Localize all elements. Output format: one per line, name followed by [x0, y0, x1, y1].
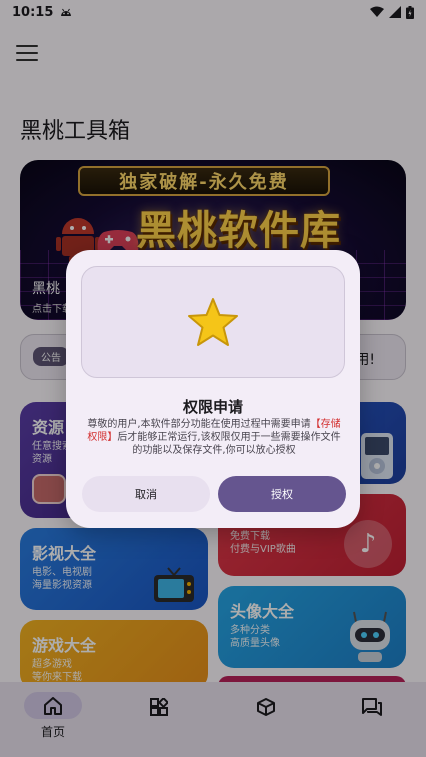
dialog-icon-container	[81, 266, 345, 378]
authorize-button[interactable]: 授权	[218, 476, 346, 512]
dialog-message-part1: 尊敬的用户,本软件部分功能在使用过程中需要申请	[87, 419, 311, 430]
permission-dialog: 权限申请 尊敬的用户,本软件部分功能在使用过程中需要申请【存储权限】后才能够正常…	[66, 250, 360, 528]
cancel-button[interactable]: 取消	[82, 476, 210, 512]
dialog-message: 尊敬的用户,本软件部分功能在使用过程中需要申请【存储权限】后才能够正常运行,该权…	[84, 418, 344, 457]
star-icon	[188, 298, 238, 346]
dialog-message-part2: 后才能够正常运行,该权限仅用于一些需要操作文件的功能以及保存文件,你可以放心授权	[117, 432, 341, 456]
dialog-title: 权限申请	[182, 398, 243, 416]
